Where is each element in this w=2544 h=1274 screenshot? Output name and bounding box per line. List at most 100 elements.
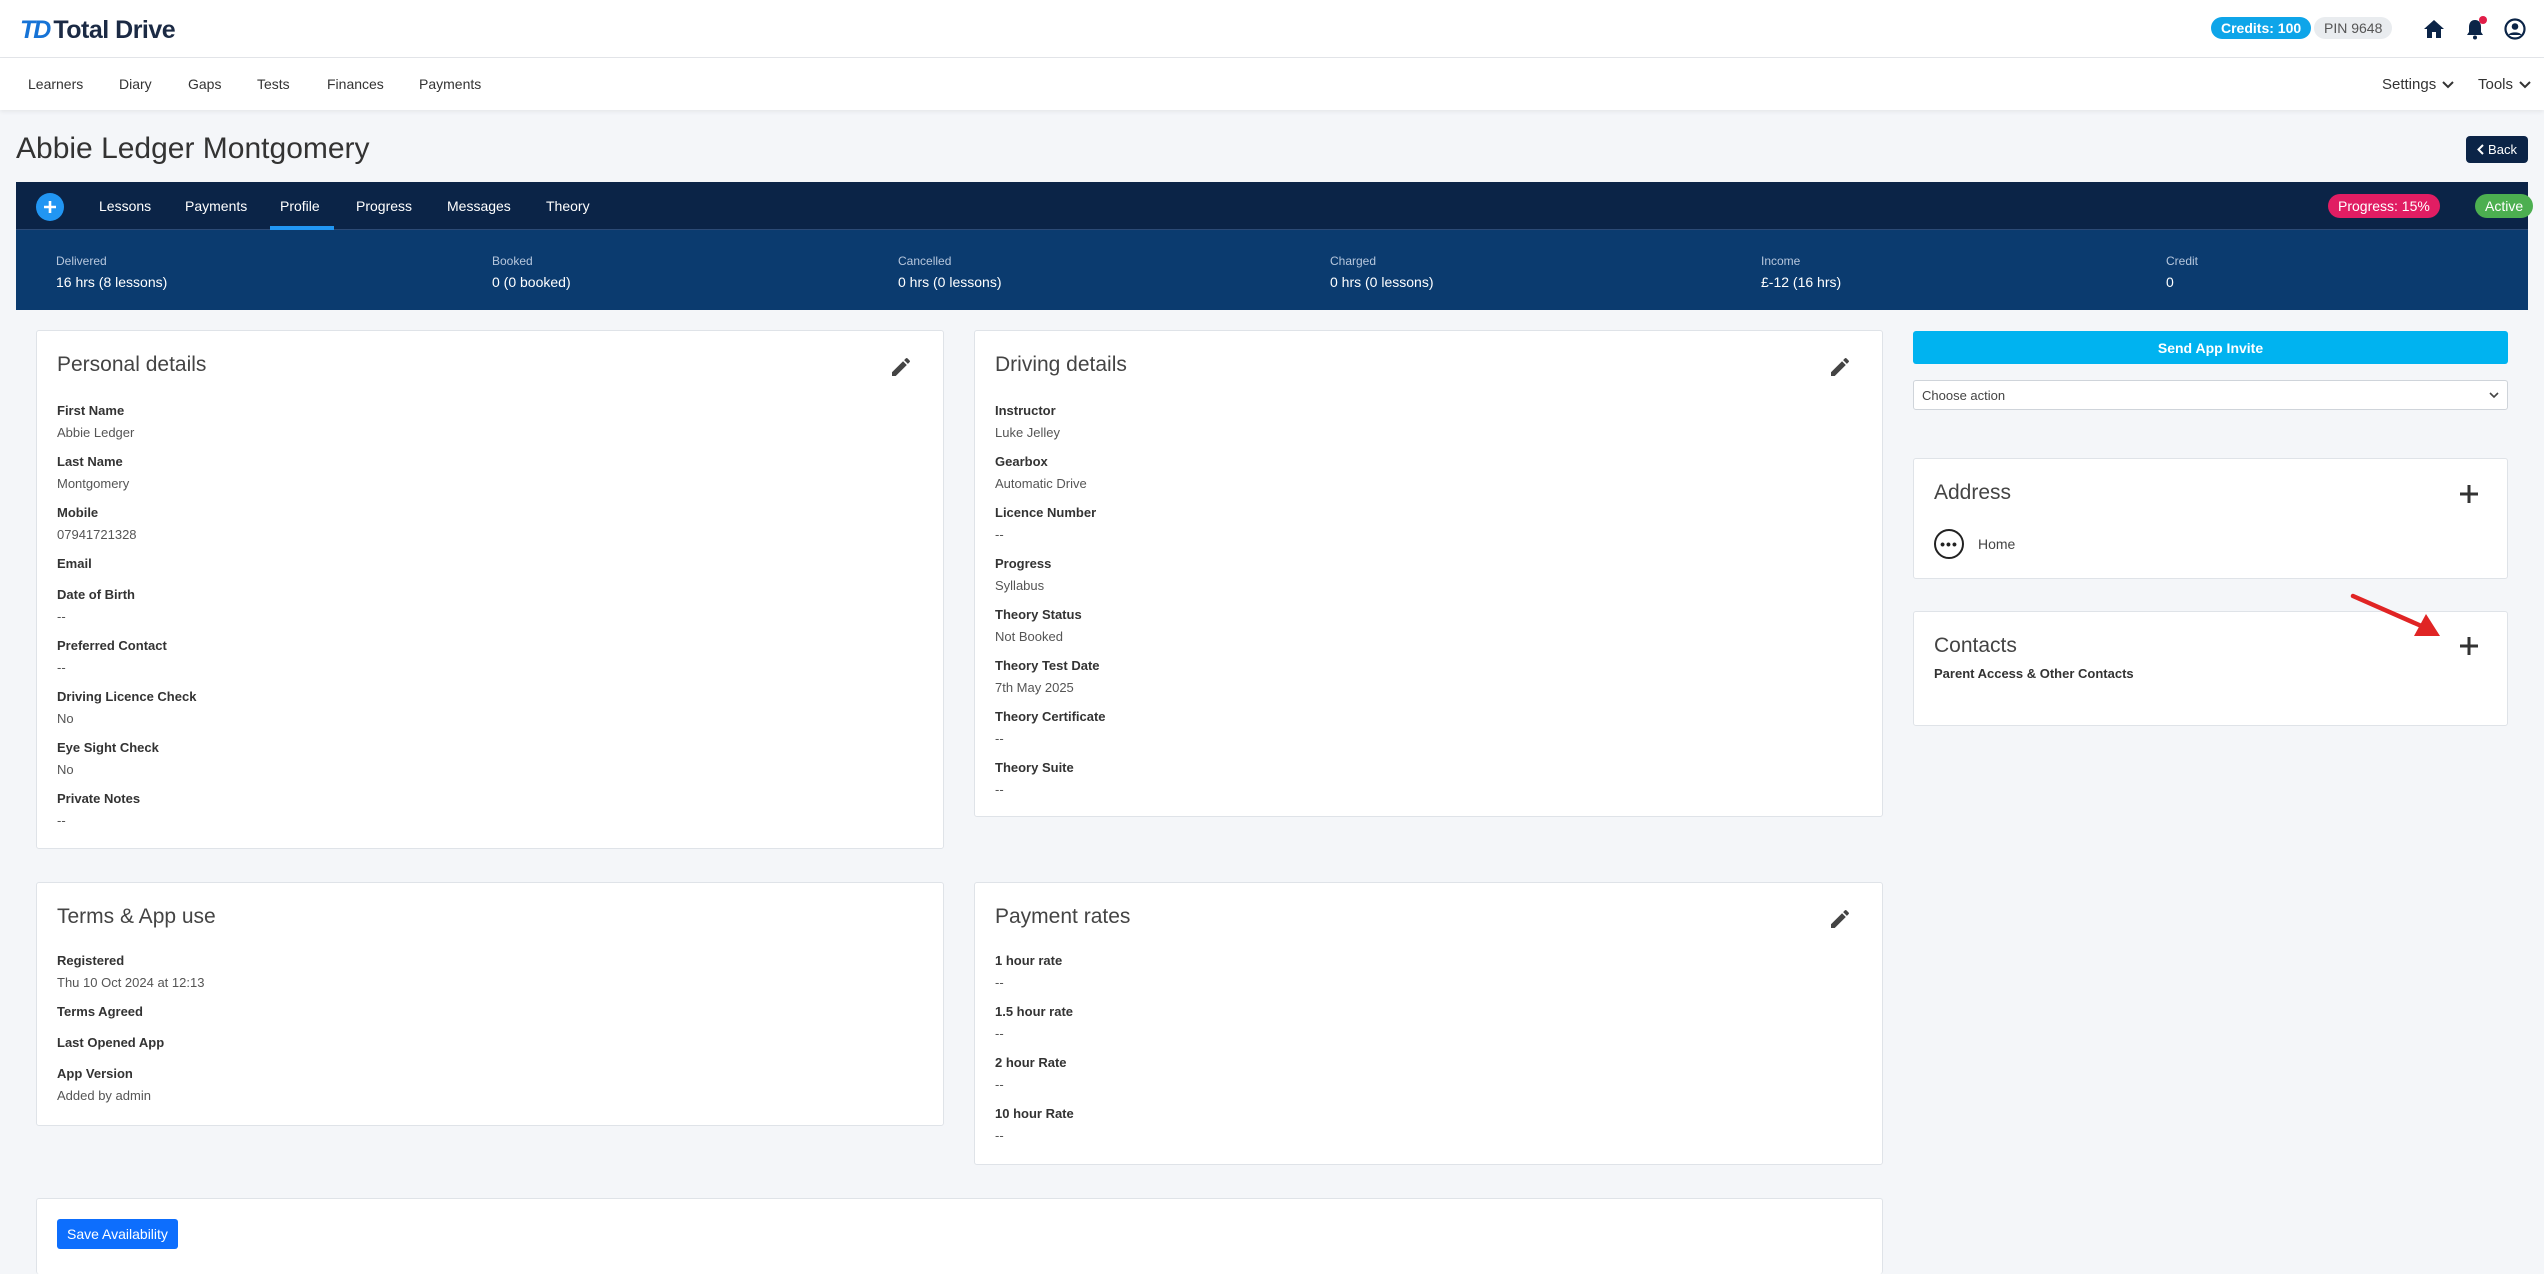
settings-label: Settings: [2382, 76, 2437, 93]
pencil-edit-icon[interactable]: [1828, 907, 1852, 931]
page-title: Abbie Ledger Montgomery: [16, 132, 370, 165]
field-label: Terms Agreed: [57, 1004, 143, 1019]
stat-booked: Booked 0 (0 booked): [492, 254, 571, 290]
add-plus-icon[interactable]: [36, 193, 64, 221]
pencil-edit-icon[interactable]: [889, 355, 913, 379]
annotation-arrow-icon: [2350, 593, 2440, 636]
logo-mark: TD: [20, 15, 51, 44]
field-value: Automatic Drive: [995, 476, 1087, 491]
stat-income: Income £-12 (16 hrs): [1761, 254, 1841, 290]
save-availability-button[interactable]: Save Availability: [57, 1219, 178, 1249]
tab-messages[interactable]: Messages: [447, 198, 511, 214]
nav-payments[interactable]: Payments: [419, 76, 481, 92]
send-app-invite-button[interactable]: Send App Invite: [1913, 331, 2508, 364]
back-label: Back: [2488, 142, 2517, 157]
nav-diary[interactable]: Diary: [119, 76, 152, 92]
stat-charged: Charged 0 hrs (0 lessons): [1330, 254, 1433, 290]
field-label: Last Opened App: [57, 1035, 165, 1050]
field-label: Private Notes: [57, 791, 141, 806]
field-label: Date of Birth: [57, 587, 135, 602]
field-label: Registered: [57, 953, 125, 968]
stat-value: 0 hrs (0 lessons): [1330, 274, 1434, 290]
field-value: Montgomery: [57, 476, 130, 491]
field-label: Theory Test Date: [995, 658, 1100, 673]
field-value: --: [995, 782, 1004, 797]
pencil-edit-icon[interactable]: [1828, 355, 1852, 379]
nav-learners[interactable]: Learners: [28, 76, 83, 92]
contacts-subtitle: Parent Access & Other Contacts: [1934, 666, 2134, 681]
chevron-left-icon: [2477, 144, 2484, 155]
card-title: Terms & App use: [57, 905, 216, 928]
main-nav: Learners Diary Gaps Tests Finances Payme…: [0, 58, 2544, 110]
field-label: Theory Certificate: [995, 709, 1106, 724]
nav-tests[interactable]: Tests: [257, 76, 290, 92]
choose-action-select[interactable]: Choose action: [1913, 380, 2508, 410]
field-value: --: [995, 527, 1004, 542]
field-value: Luke Jelley: [995, 425, 1061, 440]
field-value: --: [57, 609, 66, 624]
nav-finances[interactable]: Finances: [327, 76, 384, 92]
stat-value: 0 (0 booked): [492, 274, 571, 290]
tab-lessons[interactable]: Lessons: [99, 198, 151, 214]
field-value: --: [995, 1026, 1004, 1041]
lesson-stats-strip: Delivered 16 hrs (8 lessons) Booked 0 (0…: [16, 230, 2528, 310]
card-title: Address: [1934, 481, 2012, 504]
card-title: Contacts: [1934, 634, 2017, 657]
field-label: Driving Licence Check: [57, 689, 197, 704]
field-label: Instructor: [995, 403, 1056, 418]
chevron-down-icon: [2442, 80, 2454, 88]
field-label: Gearbox: [995, 454, 1048, 469]
notification-dot: [2479, 16, 2487, 24]
field-label: Mobile: [57, 505, 99, 520]
stat-delivered: Delivered 16 hrs (8 lessons): [56, 254, 167, 290]
field-value: No: [57, 711, 74, 726]
logo-text: Total Drive: [53, 15, 176, 44]
stat-value: 16 hrs (8 lessons): [56, 274, 168, 290]
field-value: --: [995, 731, 1004, 746]
field-value: Syllabus: [995, 578, 1045, 593]
tab-theory[interactable]: Theory: [546, 198, 590, 214]
card-title: Personal details: [57, 353, 207, 376]
field-value: --: [995, 1077, 1004, 1092]
availability-card: Save Availability: [36, 1198, 1883, 1274]
field-value: --: [995, 975, 1004, 990]
nav-gaps[interactable]: Gaps: [188, 76, 221, 92]
stat-label: Charged: [1330, 254, 1377, 268]
field-value: --: [57, 660, 66, 675]
tab-payments[interactable]: Payments: [185, 198, 247, 214]
tab-progress[interactable]: Progress: [356, 198, 412, 214]
field-value: No: [57, 762, 74, 777]
address-home-label: Home: [1978, 536, 2016, 552]
payment-rates-card: Payment rates 1 hour rate -- 1.5 hour ra…: [974, 882, 1883, 1165]
more-options-icon[interactable]: •••: [1934, 529, 1964, 559]
user-account-icon[interactable]: [2502, 16, 2528, 42]
terms-app-use-card: Terms & App use Registered Thu 10 Oct 20…: [36, 882, 944, 1126]
bell-icon[interactable]: [2462, 16, 2488, 42]
chevron-down-icon: [2489, 391, 2499, 398]
tools-label: Tools: [2478, 76, 2514, 93]
learner-tab-bar: Lessons Payments Profile Progress Messag…: [16, 182, 2534, 230]
field-label: First Name: [57, 403, 125, 418]
add-contact-plus-icon[interactable]: [2458, 635, 2480, 657]
chevron-down-icon: [2519, 80, 2531, 88]
tools-menu[interactable]: Tools: [2478, 76, 2531, 93]
tab-profile[interactable]: Profile: [280, 198, 320, 214]
total-drive-logo[interactable]: TD Total Drive: [20, 14, 176, 46]
settings-menu[interactable]: Settings: [2382, 76, 2454, 93]
stat-credit: Credit 0: [2166, 254, 2198, 290]
card-title: Payment rates: [995, 905, 1131, 928]
credits-badge[interactable]: Credits: 100: [2211, 17, 2312, 39]
address-card: Address ••• Home: [1913, 458, 2508, 579]
field-value: Added by admin: [57, 1088, 151, 1103]
back-button[interactable]: Back: [2466, 136, 2528, 163]
home-icon[interactable]: [2421, 16, 2447, 42]
address-home-item[interactable]: ••• Home: [1934, 529, 2015, 559]
add-address-plus-icon[interactable]: [2458, 483, 2480, 505]
stat-label: Credit: [2166, 254, 2199, 268]
field-label: Eye Sight Check: [57, 740, 159, 755]
field-label: 1 hour rate: [995, 953, 1063, 968]
field-value: --: [995, 1128, 1004, 1143]
top-header: TD Total Drive Credits: 100 PIN 9648: [0, 0, 2544, 58]
field-label: Preferred Contact: [57, 638, 167, 653]
stat-label: Delivered: [56, 254, 107, 268]
